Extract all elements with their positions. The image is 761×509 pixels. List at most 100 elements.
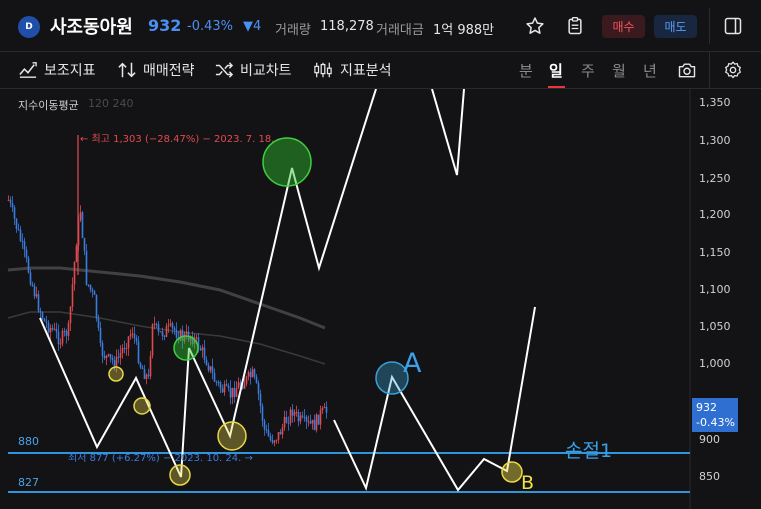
candle-body — [281, 427, 284, 435]
price-tag-value: 932 — [696, 401, 717, 414]
candle-body — [245, 376, 248, 384]
ma-indicator-title: 지수이동평균 — [18, 99, 79, 112]
candle-body — [313, 419, 316, 431]
candle-body — [293, 412, 296, 416]
candle-body — [13, 207, 16, 219]
toolbar-indicators-label: 보조지표 — [44, 63, 96, 79]
marker-circle-yellow-1[interactable] — [108, 366, 124, 382]
candle-body — [117, 356, 120, 358]
marker-circle-yellow-4[interactable] — [169, 464, 191, 486]
candle-body — [175, 329, 178, 338]
candle-body — [271, 439, 274, 443]
candle-body — [249, 372, 252, 378]
timeframe-minute[interactable]: 분 — [519, 60, 533, 81]
candle-body — [47, 322, 50, 333]
toolbar-analysis-button[interactable]: 지표분석 — [312, 60, 392, 80]
candle-body — [153, 323, 156, 325]
candle-body — [51, 327, 54, 330]
timeframe-day[interactable]: 일 — [549, 60, 563, 81]
candle-body — [273, 440, 276, 443]
drawing-zigzag-top[interactable] — [431, 89, 465, 176]
candle-body — [109, 354, 112, 358]
price-chart[interactable]: ← 최고 1,303 (−28.47%) − 2023. 7. 18. 최저 8… — [0, 89, 761, 509]
candle-body — [73, 262, 76, 285]
candle-body — [63, 330, 66, 332]
candle-body — [169, 323, 172, 325]
candle-body — [91, 289, 94, 292]
current-price-tag: 932 -0.43% — [692, 398, 738, 432]
candle-body — [75, 245, 78, 263]
timeframe-week[interactable]: 주 — [581, 60, 595, 81]
low-annotation: 최저 877 (+6.27%) − 2023. 10. 24. → — [68, 452, 253, 464]
candle-body — [173, 327, 176, 330]
volume-label: 거래량 — [275, 23, 311, 38]
camera-icon[interactable] — [674, 57, 700, 83]
favorite-star-icon[interactable] — [522, 13, 548, 39]
candle-body — [231, 387, 234, 398]
candle-body — [215, 381, 218, 383]
y-tick-label: 1,300 — [699, 134, 731, 147]
candle-body — [279, 431, 282, 435]
marker-circle-green-small[interactable] — [173, 335, 199, 361]
candle-body — [205, 359, 208, 366]
sell-button[interactable]: 매도 — [654, 15, 697, 38]
marker-circle-yellow-3[interactable] — [217, 421, 247, 451]
candle-body — [121, 348, 124, 353]
candle-body — [315, 414, 318, 431]
candle-body — [103, 355, 106, 359]
timeframe-year[interactable]: 년 — [643, 60, 657, 81]
candle-body — [89, 284, 92, 290]
drawing-zigzag-left[interactable] — [39, 89, 377, 478]
candle-body — [185, 331, 188, 335]
candle-body — [199, 348, 202, 351]
candle-body — [65, 331, 68, 336]
toolbar-strategy-label: 매매전략 — [143, 63, 195, 79]
y-tick-label: 900 — [699, 433, 720, 446]
candle-body — [29, 272, 32, 285]
y-tick-label: 1,350 — [699, 96, 731, 109]
marker-circle-yellow-5[interactable] — [501, 461, 523, 483]
y-tick-label: 1,050 — [699, 320, 731, 333]
candle-body — [269, 436, 272, 440]
label-stoploss: 손절1 — [565, 440, 612, 462]
buy-button[interactable]: 매수 — [602, 15, 645, 38]
toolbar-strategy-button[interactable]: 매매전략 — [117, 60, 195, 80]
y-tick-label: 1,000 — [699, 357, 731, 370]
toolbar-indicators-button[interactable]: 보조지표 — [18, 60, 96, 80]
timeframe-month[interactable]: 월 — [612, 60, 626, 81]
marker-circle-green-large[interactable] — [262, 137, 312, 187]
candle-body — [9, 199, 12, 204]
candle-body — [147, 374, 150, 377]
candle-body — [257, 382, 260, 394]
candle-body — [253, 369, 256, 377]
marker-circle-yellow-2[interactable] — [133, 397, 151, 415]
candle-body — [283, 416, 286, 428]
moving-average-lines — [7, 266, 326, 365]
candle-body — [219, 382, 222, 389]
candle-body — [161, 331, 164, 336]
candle-body — [111, 357, 114, 361]
candle-body — [83, 237, 86, 251]
candle-body — [123, 348, 126, 350]
high-annotation: ← 최고 1,303 (−28.47%) − 2023. 7. 18. — [80, 133, 274, 145]
settings-gear-icon[interactable] — [720, 57, 746, 83]
candle-body — [95, 294, 98, 319]
panel-toggle-icon[interactable] — [720, 13, 746, 39]
divider — [709, 52, 710, 89]
candle-body — [229, 387, 232, 398]
drawing-zigzag-right[interactable] — [333, 306, 536, 492]
clipboard-icon[interactable] — [562, 13, 588, 39]
candle-body — [43, 318, 46, 322]
candle-body — [23, 241, 26, 250]
toolbar-analysis-label: 지표분석 — [340, 63, 392, 79]
candle-body — [287, 422, 290, 424]
candle-body — [45, 321, 48, 323]
volume-value: 118,278 — [320, 19, 374, 34]
amount-label: 거래대금 — [376, 23, 424, 38]
candle-body — [317, 414, 320, 425]
candle-body — [99, 327, 102, 344]
candle-body — [225, 384, 228, 386]
candle-body — [81, 212, 84, 238]
candle-body — [247, 372, 250, 377]
toolbar-compare-button[interactable]: 비교차트 — [214, 60, 292, 80]
